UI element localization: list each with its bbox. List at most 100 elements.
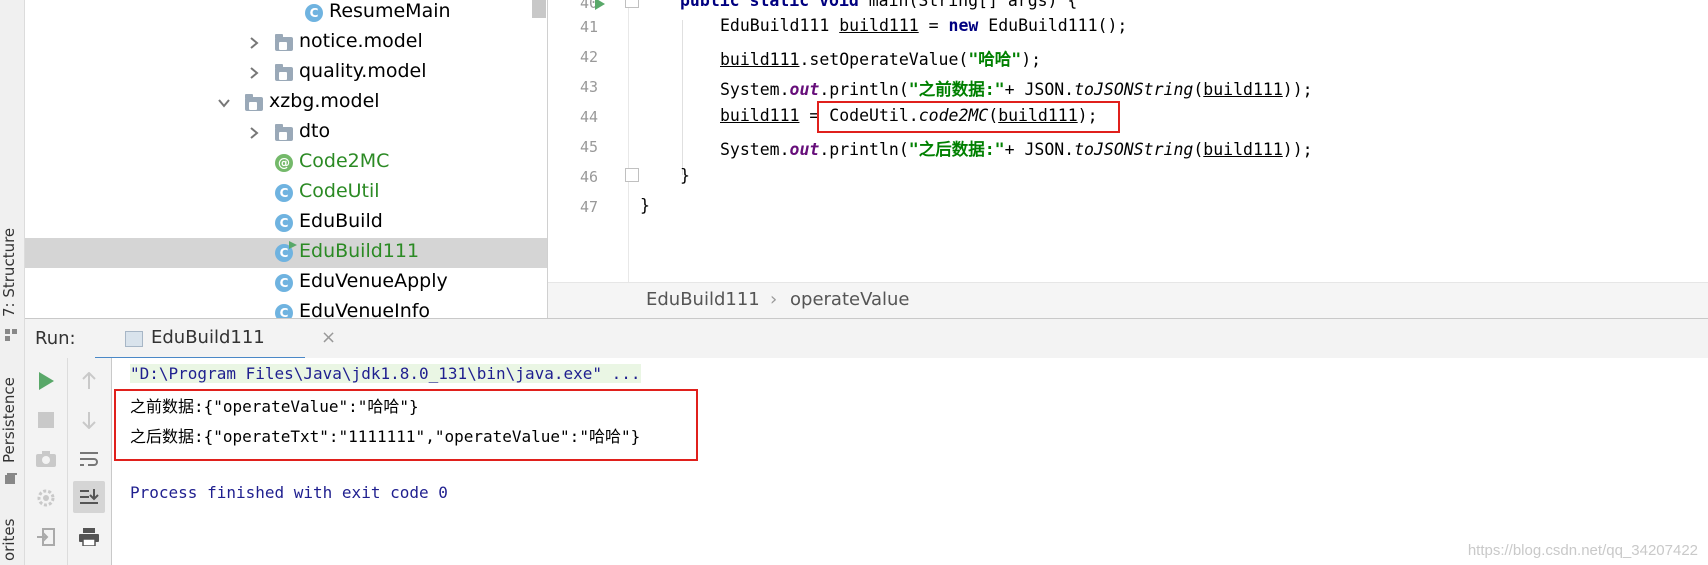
breadcrumb-separator: ›: [770, 289, 778, 310]
tree-scrollbar-thumb[interactable]: [532, 0, 546, 18]
chevron-right-icon[interactable]: [247, 125, 261, 139]
soft-wrap-icon[interactable]: [74, 444, 104, 474]
run-tab[interactable]: EduBuild111 ×: [95, 319, 336, 360]
persistence-icon: [5, 470, 17, 484]
code-token: =: [918, 16, 949, 35]
code-token: EduBuild111();: [978, 16, 1128, 35]
code-token: (: [1193, 80, 1204, 99]
console-tab-icon: [125, 331, 143, 347]
breadcrumb-class[interactable]: EduBuild111: [646, 289, 760, 310]
tree-item[interactable]: C EduVenueInfo: [25, 298, 547, 318]
run-gutter-icon[interactable]: [594, 0, 606, 10]
scroll-to-end-icon[interactable]: [73, 481, 105, 513]
login-icon[interactable]: [31, 522, 61, 552]
print-icon[interactable]: [74, 522, 104, 552]
tree-item-label: CodeUtil: [299, 180, 380, 202]
chevron-right-icon[interactable]: [247, 35, 261, 49]
tree-item[interactable]: xzbg.model: [25, 88, 547, 118]
tree-item-label: EduVenueApply: [299, 270, 448, 292]
class-icon: C: [275, 274, 293, 292]
line-number: 41: [579, 18, 598, 36]
code-token: + JSON.: [1004, 80, 1075, 99]
arrow-up-icon[interactable]: [74, 366, 104, 396]
run-tab-label: EduBuild111: [151, 327, 265, 348]
code-token: EduBuild111: [720, 16, 840, 35]
close-icon[interactable]: ×: [321, 327, 336, 348]
tree-item-label: Code2MC: [299, 150, 390, 172]
code-line-47: }: [640, 196, 650, 215]
camera-icon[interactable]: [31, 444, 61, 474]
tree-item[interactable]: C EduBuild111: [25, 238, 547, 268]
code-token: public static void: [680, 0, 859, 10]
code-token: .println(: [819, 140, 909, 159]
code-token: toJSONString: [1074, 80, 1194, 99]
runnable-class-icon: C: [275, 241, 297, 262]
code-token: ));: [1282, 80, 1313, 99]
tree-item[interactable]: C EduBuild: [25, 208, 547, 238]
code-token: new: [948, 16, 979, 35]
rerun-icon[interactable]: [31, 366, 61, 396]
code-token: System.: [720, 80, 790, 99]
tree-item-label: quality.model: [299, 60, 427, 82]
class-icon: C: [305, 4, 323, 22]
line-number: 44: [579, 108, 598, 126]
editor-gutter-divider: [628, 0, 629, 282]
tree-item[interactable]: C CodeUtil: [25, 178, 547, 208]
breadcrumb-member[interactable]: operateValue: [790, 289, 910, 310]
tree-item-label: EduBuild: [299, 210, 383, 232]
code-token: );: [1021, 50, 1042, 69]
line-number: 43: [579, 78, 598, 96]
run-panel-header: Run: EduBuild111 ×: [25, 318, 1708, 360]
chevron-down-icon[interactable]: [217, 95, 231, 109]
line-number: 46: [579, 168, 598, 186]
project-tree: C ResumeMain notice.model quality.model xzbg…: [25, 0, 548, 318]
gear-icon[interactable]: [31, 483, 61, 513]
code-token: ));: [1282, 140, 1313, 159]
tree-item[interactable]: C ResumeMain: [25, 0, 547, 28]
tree-item-label: EduBuild111: [299, 240, 420, 262]
tree-item[interactable]: @ Code2MC: [25, 148, 547, 178]
breadcrumb: EduBuild111 › operateValue: [548, 282, 1708, 319]
tree-item-label: EduVenueInfo: [299, 300, 431, 318]
code-line-42: build111.setOperateValue("哈哈");: [720, 46, 1041, 70]
code-token: "之后数据:": [908, 140, 1005, 159]
structure-tab[interactable]: 7: Structure: [0, 226, 24, 318]
code-token: build111: [720, 106, 800, 125]
stop-icon[interactable]: [31, 405, 61, 435]
persistence-tab[interactable]: Persistence: [0, 375, 24, 465]
code-token: toJSONString: [1074, 140, 1194, 159]
favorites-tab[interactable]: orites: [0, 515, 24, 565]
code-token: out: [789, 80, 820, 99]
code-highlight-box: [817, 101, 1120, 133]
tree-item[interactable]: notice.model: [25, 28, 547, 58]
code-line-43: System.out.println("之前数据:"+ JSON.toJSONS…: [720, 76, 1313, 100]
arrow-down-icon[interactable]: [74, 405, 104, 435]
tree-item[interactable]: C EduVenueApply: [25, 268, 547, 298]
left-tool-strip: 7: Structure Persistence orites: [0, 0, 25, 565]
code-token: main(String[] args) {: [858, 0, 1078, 10]
package-icon: [275, 34, 293, 51]
code-token: System.: [720, 140, 790, 159]
code-token: + JSON.: [1004, 140, 1075, 159]
fold-marker[interactable]: [625, 0, 639, 8]
tree-item[interactable]: quality.model: [25, 58, 547, 88]
run-label: Run:: [35, 328, 76, 349]
package-icon: [275, 124, 293, 141]
tree-item-label: ResumeMain: [329, 0, 451, 22]
class-icon: C: [275, 214, 293, 232]
line-number: 45: [579, 138, 598, 156]
tree-item-label: notice.model: [299, 30, 423, 52]
tree-item-label: dto: [299, 120, 331, 142]
console-highlight-box: [114, 389, 698, 461]
tree-item-label: xzbg.model: [269, 90, 380, 112]
code-token: }: [680, 166, 690, 185]
chevron-right-icon[interactable]: [247, 65, 261, 79]
code-token: }: [640, 196, 650, 215]
tree-item[interactable]: dto: [25, 118, 547, 148]
code-token: "哈哈": [968, 50, 1022, 69]
code-token: build111: [720, 50, 800, 69]
code-token: .println(: [819, 80, 909, 99]
fold-marker[interactable]: [625, 168, 639, 182]
console-command: "D:\Program Files\Java\jdk1.8.0_131\bin\…: [130, 364, 641, 383]
code-line-41: EduBuild111 build111 = new EduBuild111()…: [720, 16, 1127, 35]
